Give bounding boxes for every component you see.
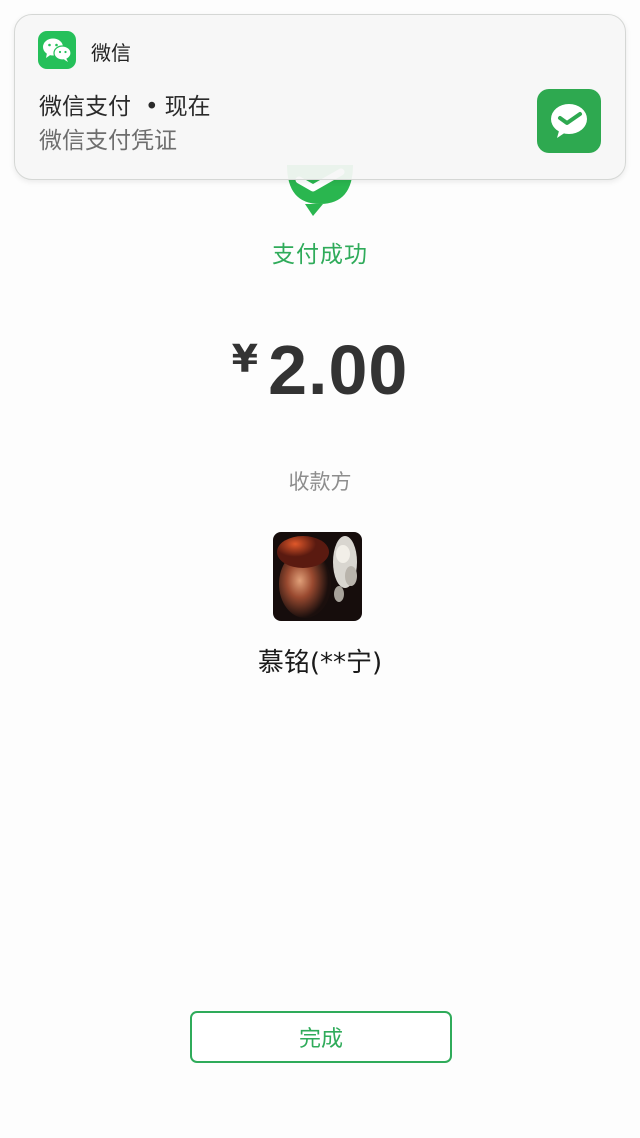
notification-title-text: 微信支付 <box>39 94 131 120</box>
wechat-pay-notification[interactable]: 微信 微信支付 • 现在 微信支付凭证 <box>14 14 626 180</box>
notification-title: 微信支付 • 现在 <box>39 87 211 121</box>
payee-avatar <box>273 532 362 621</box>
amount-value: 2.00 <box>268 331 409 409</box>
wechat-pay-icon <box>537 89 601 153</box>
wechat-logo-icon <box>38 31 76 69</box>
avatar-photo <box>273 532 362 621</box>
notification-body: 微信支付凭证 <box>39 128 177 154</box>
payee-label: 收款方 <box>288 470 352 494</box>
payee-name: 慕铭(**宁) <box>257 648 383 678</box>
notification-time: 现在 <box>164 94 211 120</box>
notification-app-name: 微信 <box>91 41 131 65</box>
currency-symbol: ¥ <box>231 337 259 381</box>
payment-amount: ¥2.00 <box>0 330 640 410</box>
payment-status-text: 支付成功 <box>272 242 368 268</box>
notification-separator: • <box>145 94 159 120</box>
done-button[interactable]: 完成 <box>190 1011 452 1063</box>
